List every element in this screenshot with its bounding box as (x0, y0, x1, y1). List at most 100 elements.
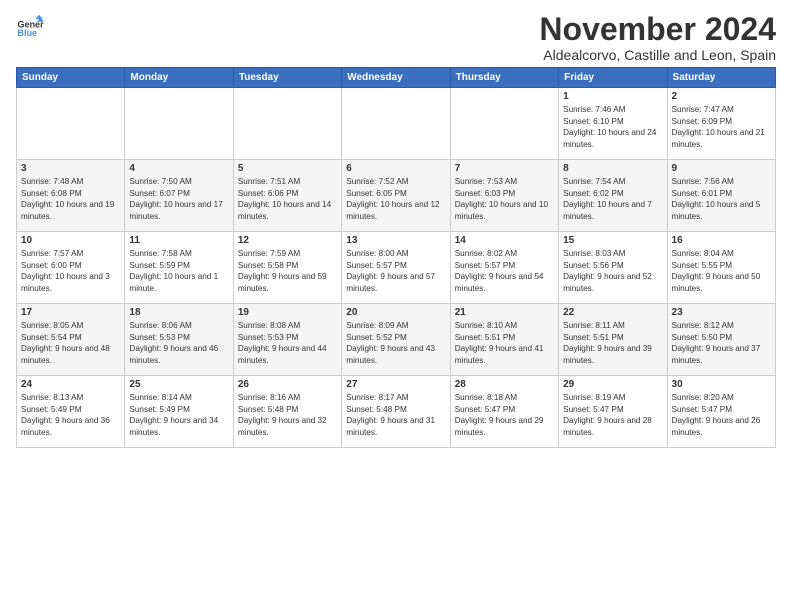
day-number: 12 (238, 235, 337, 246)
day-number: 25 (129, 379, 228, 390)
calendar-cell: 12 Sunrise: 7:59 AMSunset: 5:58 PMDayligh… (233, 232, 341, 304)
calendar-table: SundayMondayTuesdayWednesdayThursdayFrid… (16, 67, 776, 448)
day-number: 28 (455, 379, 554, 390)
calendar-cell (233, 88, 341, 160)
day-number: 8 (563, 163, 662, 174)
day-number: 15 (563, 235, 662, 246)
calendar-cell (342, 88, 450, 160)
day-number: 2 (672, 91, 771, 102)
day-info: Sunrise: 7:59 AMSunset: 5:58 PMDaylight:… (238, 248, 337, 294)
calendar-week-row: 10 Sunrise: 7:57 AMSunset: 6:00 PMDayligh… (17, 232, 776, 304)
title-block: November 2024 Aldealcorvo, Castille and … (539, 12, 776, 63)
calendar-cell: 13Sunrise: 8:00 AMSunset: 5:57 PMDayligh… (342, 232, 450, 304)
weekday-header-monday: Monday (125, 68, 233, 88)
day-number: 1 (563, 91, 662, 102)
calendar-cell: 20 Sunrise: 8:09 AMSunset: 5:52 PMDayligh… (342, 304, 450, 376)
day-number: 9 (672, 163, 771, 174)
calendar-cell: 23Sunrise: 8:12 AMSunset: 5:50 PMDayligh… (667, 304, 775, 376)
day-info: Sunrise: 7:58 AMSunset: 5:59 PMDaylight:… (129, 248, 228, 294)
day-info: Sunrise: 8:19 AMSunset: 5:47 PMDaylight:… (563, 392, 662, 438)
calendar-week-row: 24 Sunrise: 8:13 AMSunset: 5:49 PMDayligh… (17, 376, 776, 448)
calendar-cell: 7 Sunrise: 7:53 AMSunset: 6:03 PMDaylight… (450, 160, 558, 232)
calendar-cell: 19 Sunrise: 8:08 AMSunset: 5:53 PMDayligh… (233, 304, 341, 376)
day-number: 6 (346, 163, 445, 174)
day-number: 21 (455, 307, 554, 318)
calendar-cell (17, 88, 125, 160)
calendar-cell: 29 Sunrise: 8:19 AMSunset: 5:47 PMDayligh… (559, 376, 667, 448)
day-info: Sunrise: 7:47 AMSunset: 6:09 PMDaylight:… (672, 104, 771, 150)
day-info: Sunrise: 7:54 AMSunset: 6:02 PMDaylight:… (563, 176, 662, 222)
calendar-cell (125, 88, 233, 160)
day-info: Sunrise: 8:14 AMSunset: 5:49 PMDaylight:… (129, 392, 228, 438)
day-info: Sunrise: 7:48 AMSunset: 6:08 PMDaylight:… (21, 176, 120, 222)
day-info: Sunrise: 7:52 AMSunset: 6:05 PMDaylight:… (346, 176, 445, 222)
weekday-header-thursday: Thursday (450, 68, 558, 88)
day-info: Sunrise: 7:56 AMSunset: 6:01 PMDaylight:… (672, 176, 771, 222)
calendar-cell: 2 Sunrise: 7:47 AMSunset: 6:09 PMDaylight… (667, 88, 775, 160)
calendar-week-row: 17Sunrise: 8:05 AMSunset: 5:54 PMDayligh… (17, 304, 776, 376)
calendar-cell: 6 Sunrise: 7:52 AMSunset: 6:05 PMDaylight… (342, 160, 450, 232)
calendar-cell: 8 Sunrise: 7:54 AMSunset: 6:02 PMDaylight… (559, 160, 667, 232)
day-number: 17 (21, 307, 120, 318)
calendar-week-row: 3 Sunrise: 7:48 AMSunset: 6:08 PMDaylight… (17, 160, 776, 232)
day-info: Sunrise: 7:57 AMSunset: 6:00 PMDaylight:… (21, 248, 120, 294)
calendar-cell: 14 Sunrise: 8:02 AMSunset: 5:57 PMDayligh… (450, 232, 558, 304)
day-number: 27 (346, 379, 445, 390)
header: General Blue November 2024 Aldealcorvo, … (16, 12, 776, 63)
day-number: 4 (129, 163, 228, 174)
calendar-cell: 28 Sunrise: 8:18 AMSunset: 5:47 PMDayligh… (450, 376, 558, 448)
day-number: 20 (346, 307, 445, 318)
calendar-cell: 17Sunrise: 8:05 AMSunset: 5:54 PMDayligh… (17, 304, 125, 376)
day-info: Sunrise: 8:02 AMSunset: 5:57 PMDaylight:… (455, 248, 554, 294)
calendar-cell: 21 Sunrise: 8:10 AMSunset: 5:51 PMDayligh… (450, 304, 558, 376)
day-info: Sunrise: 8:03 AMSunset: 5:56 PMDaylight:… (563, 248, 662, 294)
day-info: Sunrise: 8:04 AMSunset: 5:55 PMDaylight:… (672, 248, 771, 294)
day-number: 11 (129, 235, 228, 246)
day-info: Sunrise: 8:13 AMSunset: 5:49 PMDaylight:… (21, 392, 120, 438)
month-title: November 2024 (539, 12, 776, 47)
calendar-cell: 22 Sunrise: 8:11 AMSunset: 5:51 PMDayligh… (559, 304, 667, 376)
calendar-cell (450, 88, 558, 160)
day-number: 30 (672, 379, 771, 390)
day-info: Sunrise: 8:10 AMSunset: 5:51 PMDaylight:… (455, 320, 554, 366)
day-info: Sunrise: 8:09 AMSunset: 5:52 PMDaylight:… (346, 320, 445, 366)
calendar-week-row: 1 Sunrise: 7:46 AMSunset: 6:10 PMDaylight… (17, 88, 776, 160)
day-info: Sunrise: 8:12 AMSunset: 5:50 PMDaylight:… (672, 320, 771, 366)
weekday-header-friday: Friday (559, 68, 667, 88)
day-info: Sunrise: 7:46 AMSunset: 6:10 PMDaylight:… (563, 104, 662, 150)
calendar-cell: 11 Sunrise: 7:58 AMSunset: 5:59 PMDayligh… (125, 232, 233, 304)
day-number: 26 (238, 379, 337, 390)
weekday-header-wednesday: Wednesday (342, 68, 450, 88)
weekday-header-sunday: Sunday (17, 68, 125, 88)
calendar-cell: 4 Sunrise: 7:50 AMSunset: 6:07 PMDaylight… (125, 160, 233, 232)
calendar-cell: 15 Sunrise: 8:03 AMSunset: 5:56 PMDayligh… (559, 232, 667, 304)
day-info: Sunrise: 7:53 AMSunset: 6:03 PMDaylight:… (455, 176, 554, 222)
calendar-cell: 5Sunrise: 7:51 AMSunset: 6:06 PMDaylight… (233, 160, 341, 232)
day-number: 3 (21, 163, 120, 174)
day-number: 22 (563, 307, 662, 318)
calendar-cell: 25 Sunrise: 8:14 AMSunset: 5:49 PMDayligh… (125, 376, 233, 448)
calendar-cell: 27Sunrise: 8:17 AMSunset: 5:48 PMDayligh… (342, 376, 450, 448)
day-info: Sunrise: 8:06 AMSunset: 5:53 PMDaylight:… (129, 320, 228, 366)
day-number: 16 (672, 235, 771, 246)
calendar-cell: 16 Sunrise: 8:04 AMSunset: 5:55 PMDayligh… (667, 232, 775, 304)
location-subtitle: Aldealcorvo, Castille and Leon, Spain (539, 47, 776, 63)
day-number: 24 (21, 379, 120, 390)
day-info: Sunrise: 8:11 AMSunset: 5:51 PMDaylight:… (563, 320, 662, 366)
logo-icon: General Blue (16, 12, 44, 40)
day-info: Sunrise: 8:20 AMSunset: 5:47 PMDaylight:… (672, 392, 771, 438)
logo: General Blue (16, 12, 44, 40)
day-number: 14 (455, 235, 554, 246)
day-info: Sunrise: 8:08 AMSunset: 5:53 PMDaylight:… (238, 320, 337, 366)
calendar-cell: 26Sunrise: 8:16 AMSunset: 5:48 PMDayligh… (233, 376, 341, 448)
day-info: Sunrise: 8:18 AMSunset: 5:47 PMDaylight:… (455, 392, 554, 438)
page-container: General Blue November 2024 Aldealcorvo, … (0, 0, 792, 456)
day-number: 19 (238, 307, 337, 318)
day-number: 18 (129, 307, 228, 318)
day-info: Sunrise: 7:51 AMSunset: 6:06 PMDaylight:… (238, 176, 337, 222)
day-number: 7 (455, 163, 554, 174)
day-info: Sunrise: 7:50 AMSunset: 6:07 PMDaylight:… (129, 176, 228, 222)
calendar-cell: 18 Sunrise: 8:06 AMSunset: 5:53 PMDayligh… (125, 304, 233, 376)
day-number: 10 (21, 235, 120, 246)
day-number: 29 (563, 379, 662, 390)
